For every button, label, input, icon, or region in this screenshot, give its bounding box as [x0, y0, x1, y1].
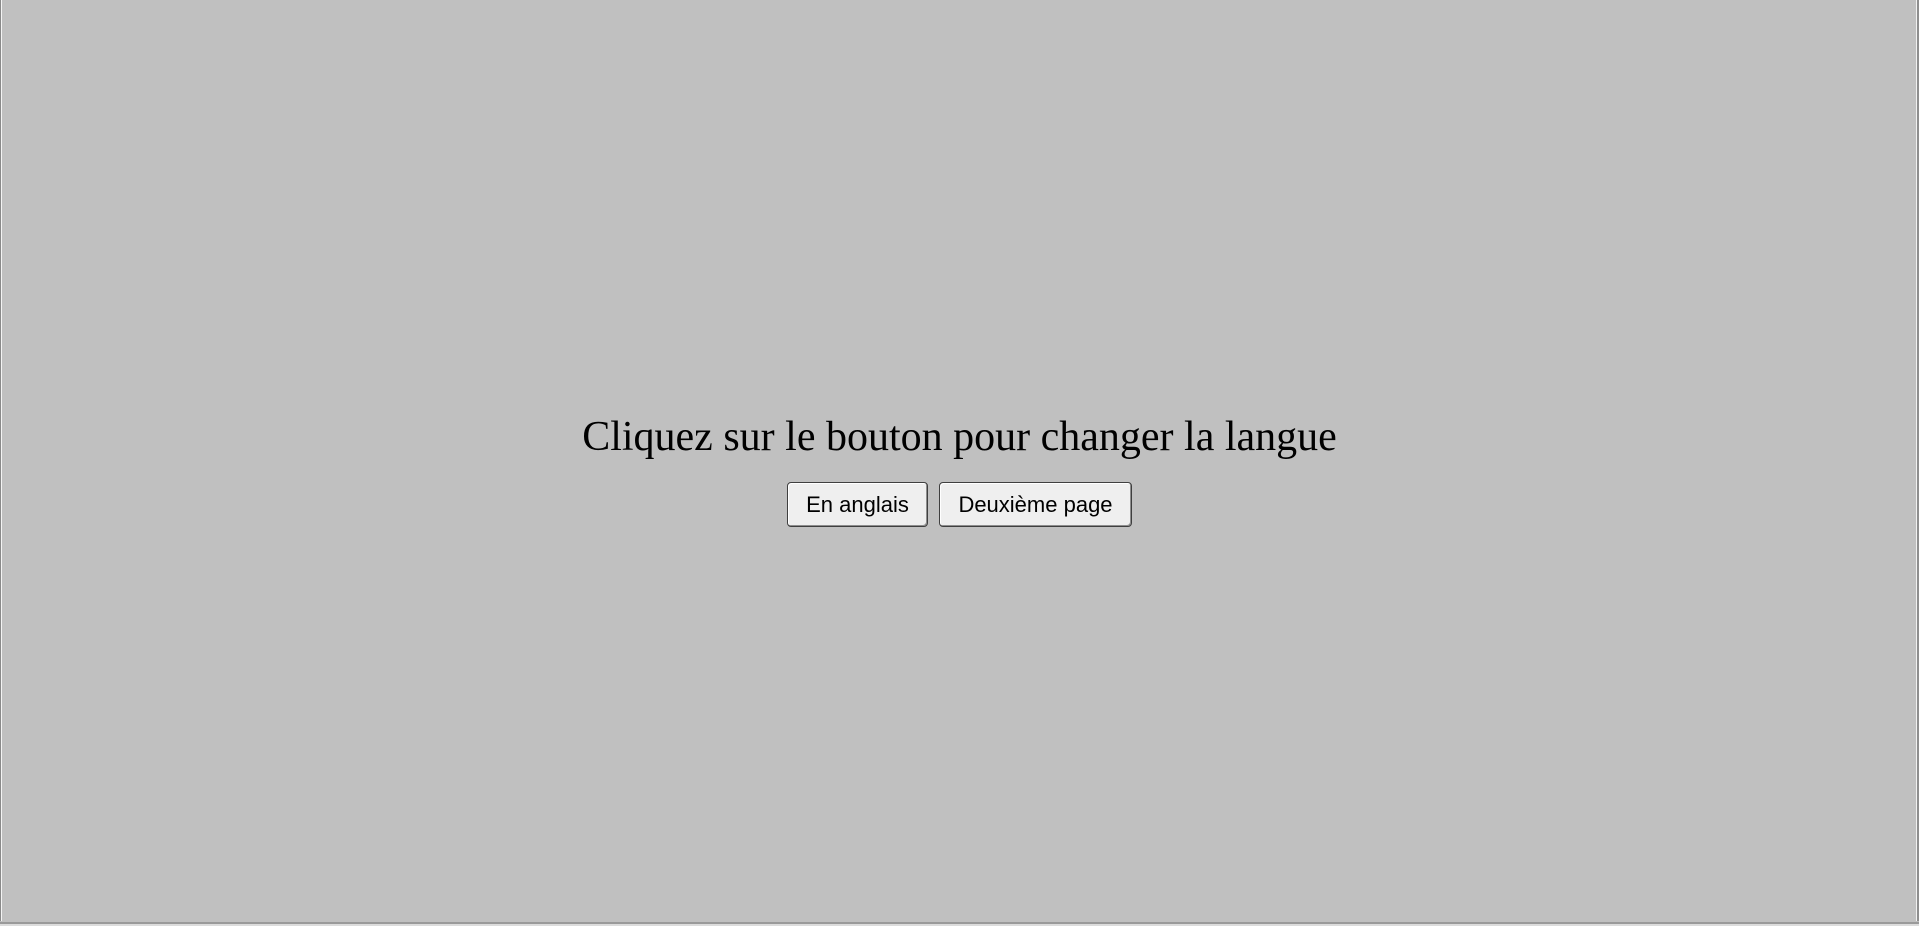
button-group: En anglais Deuxième page: [0, 482, 1919, 527]
english-button[interactable]: En anglais: [787, 482, 928, 527]
second-page-button[interactable]: Deuxième page: [939, 482, 1132, 527]
page-viewport: Cliquez sur le bouton pour changer la la…: [0, 0, 1919, 926]
window-bottom-border: [0, 921, 1919, 926]
main-content: Cliquez sur le bouton pour changer la la…: [0, 410, 1919, 527]
page-title: Cliquez sur le bouton pour changer la la…: [582, 414, 1337, 460]
